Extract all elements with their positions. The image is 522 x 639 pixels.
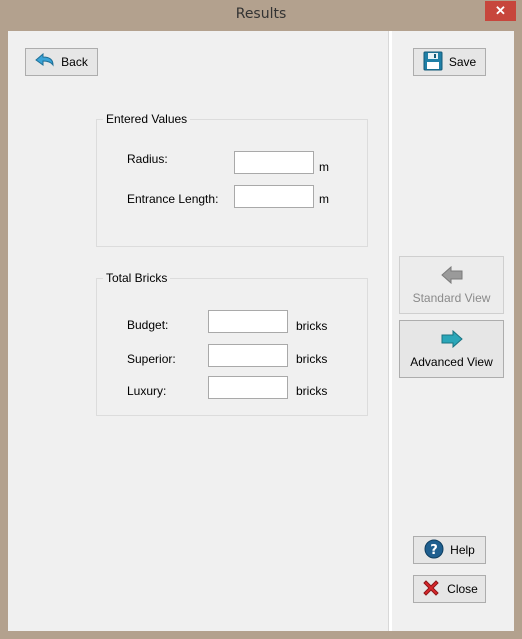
- save-button-label: Save: [448, 55, 477, 69]
- side-pane: Save Standard View Advanced View ? Help …: [392, 31, 514, 631]
- help-button[interactable]: ? Help: [413, 536, 486, 564]
- budget-unit: bricks: [296, 319, 328, 333]
- standard-view-button[interactable]: Standard View: [399, 256, 504, 314]
- red-x-icon: [421, 578, 441, 601]
- save-button[interactable]: Save: [413, 48, 486, 76]
- title-bar: Results ✕: [0, 0, 522, 31]
- results-window: Results ✕ Back Entered Values Radius: m …: [0, 0, 522, 639]
- help-question-icon: ?: [424, 539, 444, 562]
- svg-text:?: ?: [430, 543, 438, 558]
- total-bricks-heading: Total Bricks: [103, 271, 171, 285]
- floppy-disk-icon: [423, 51, 443, 74]
- back-button-label: Back: [61, 55, 88, 69]
- close-button[interactable]: Close: [413, 575, 486, 603]
- luxury-unit: bricks: [296, 384, 328, 398]
- budget-label: Budget:: [127, 318, 169, 332]
- right-arrow-icon: [441, 329, 463, 351]
- client-area: Back Entered Values Radius: m Entrance L…: [8, 31, 514, 631]
- radius-label: Radius:: [127, 152, 168, 166]
- entrance-length-field[interactable]: [234, 185, 314, 208]
- radius-unit: m: [319, 160, 329, 174]
- entered-values-heading: Entered Values: [103, 112, 191, 126]
- close-button-label: Close: [447, 582, 478, 596]
- superior-field[interactable]: [208, 344, 288, 367]
- standard-view-label: Standard View: [412, 290, 491, 305]
- luxury-field[interactable]: [208, 376, 288, 399]
- window-close-button[interactable]: ✕: [485, 1, 516, 21]
- advanced-view-label: Advanced View: [410, 354, 493, 369]
- entrance-length-unit: m: [319, 192, 329, 206]
- window-title: Results: [235, 6, 287, 22]
- main-pane: Back Entered Values Radius: m Entrance L…: [8, 31, 388, 631]
- back-arrow-icon: [35, 52, 55, 72]
- entrance-length-label: Entrance Length:: [127, 192, 219, 206]
- back-button[interactable]: Back: [25, 48, 98, 76]
- budget-field[interactable]: [208, 310, 288, 333]
- left-arrow-icon: [440, 265, 463, 287]
- superior-label: Superior:: [127, 352, 176, 366]
- luxury-label: Luxury:: [127, 384, 167, 398]
- advanced-view-button[interactable]: Advanced View: [399, 320, 504, 378]
- help-button-label: Help: [450, 543, 475, 557]
- superior-unit: bricks: [296, 352, 328, 366]
- entered-values-group: Entered Values: [96, 112, 368, 247]
- radius-field[interactable]: [234, 151, 314, 174]
